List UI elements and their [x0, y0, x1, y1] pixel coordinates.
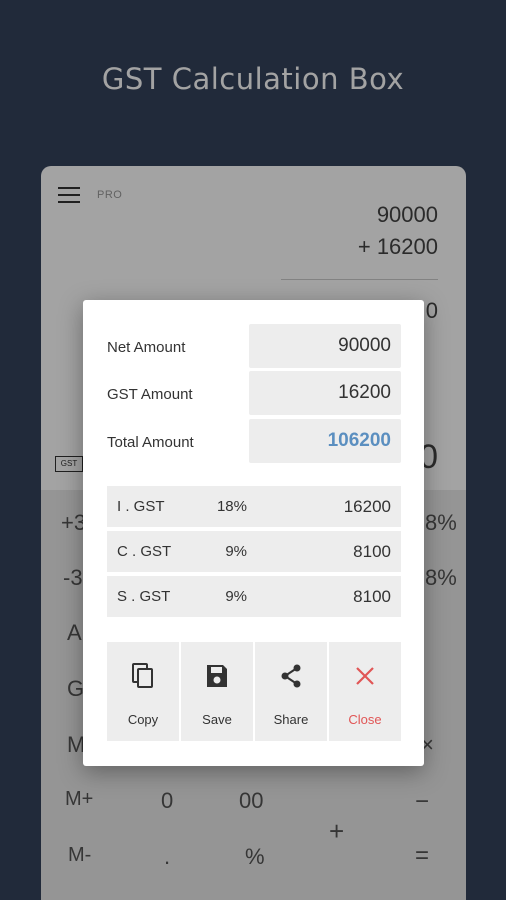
net-amount-value: 90000: [338, 335, 391, 356]
igst-rate: 18%: [216, 498, 247, 515]
total-amount-label: Total Amount: [107, 434, 194, 451]
net-amount-label: Net Amount: [107, 339, 186, 356]
igst-amount: 16200: [343, 497, 391, 516]
gst-calculation-dialog: Net Amount 90000 GST Amount 16200 Total …: [83, 300, 424, 766]
share-button[interactable]: Share: [255, 642, 327, 741]
close-button[interactable]: Close: [329, 642, 401, 741]
save-label: Save: [202, 712, 232, 727]
cgst-rate: 9%: [225, 543, 247, 560]
net-amount-field: 90000: [249, 324, 401, 368]
save-button[interactable]: Save: [181, 642, 253, 741]
copy-button[interactable]: Copy: [107, 642, 179, 741]
copy-label: Copy: [127, 712, 159, 727]
gst-amount-label: GST Amount: [107, 386, 193, 403]
close-icon: [329, 662, 401, 692]
dialog-actions: Copy Save Share Close: [107, 642, 401, 741]
gst-amount-field: 16200: [249, 371, 401, 415]
share-label: Share: [273, 712, 309, 727]
sgst-name: S . GST: [117, 588, 171, 605]
total-amount-field: 106200: [249, 419, 401, 463]
cgst-name: C . GST: [117, 543, 172, 560]
sgst-row: S . GST 9% 8100: [107, 576, 401, 617]
igst-row: I . GST 18% 16200: [107, 486, 401, 527]
sgst-amount: 8100: [353, 587, 391, 606]
cgst-row: C . GST 9% 8100: [107, 531, 401, 572]
gst-amount-value: 16200: [338, 382, 391, 403]
save-icon: [181, 662, 253, 692]
igst-name: I . GST: [117, 498, 165, 515]
total-amount-value: 106200: [327, 430, 391, 451]
copy-icon: [107, 662, 179, 692]
cgst-amount: 8100: [353, 542, 391, 561]
share-icon: [255, 662, 327, 692]
sgst-rate: 9%: [225, 588, 247, 605]
close-label: Close: [348, 712, 382, 727]
